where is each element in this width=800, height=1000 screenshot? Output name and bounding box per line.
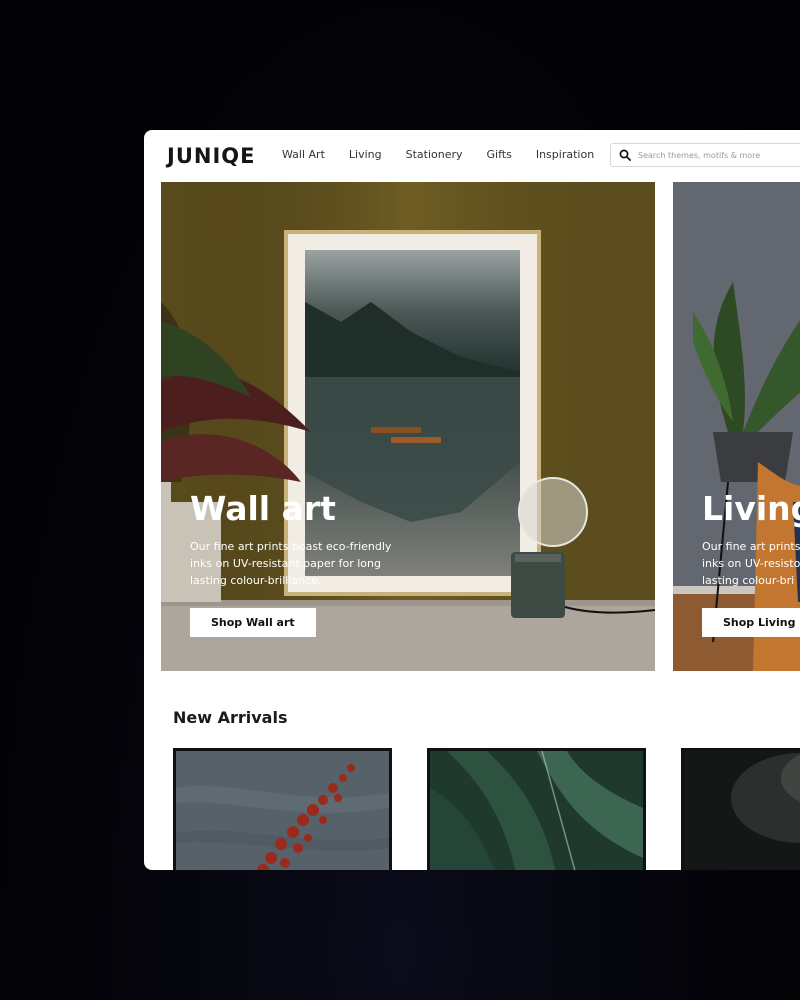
search-box[interactable] bbox=[610, 143, 800, 167]
nav-item-living[interactable]: Living bbox=[349, 148, 382, 162]
hero-description: Our fine art prints inks on UV-resisto l… bbox=[702, 538, 800, 589]
product-image-red-berries bbox=[173, 748, 392, 870]
nav-item-stationery[interactable]: Stationery bbox=[406, 148, 463, 162]
main-nav: Wall Art Living Stationery Gifts Inspira… bbox=[282, 148, 618, 162]
hero-title: Living bbox=[702, 489, 800, 528]
hero-title: Wall art bbox=[190, 489, 336, 528]
shop-living-button[interactable]: Shop Living bbox=[702, 608, 800, 637]
product-image-dark-clouds bbox=[681, 748, 800, 870]
nav-item-inspiration[interactable]: Inspiration bbox=[536, 148, 594, 162]
product-card[interactable] bbox=[681, 748, 800, 870]
hero-image-wall-art bbox=[161, 182, 655, 671]
hero-description-line: Our fine art prints boast eco-friendly bbox=[190, 540, 392, 553]
browser-window: JUNIQE Wall Art Living Stationery Gifts … bbox=[144, 130, 800, 870]
nav-item-gifts[interactable]: Gifts bbox=[487, 148, 512, 162]
brand-logo[interactable]: JUNIQE bbox=[167, 144, 255, 168]
nav-item-wall-art[interactable]: Wall Art bbox=[282, 148, 325, 162]
product-card[interactable] bbox=[173, 748, 392, 870]
hero-description-line: Our fine art prints bbox=[702, 540, 800, 553]
hero-description-line: lasting colour-bri bbox=[702, 574, 795, 587]
hero-description: Our fine art prints boast eco-friendly i… bbox=[190, 538, 410, 589]
search-icon[interactable] bbox=[619, 149, 631, 161]
product-card[interactable] bbox=[427, 748, 646, 870]
hero-image-living bbox=[673, 182, 800, 671]
hero-description-line: inks on UV-resisto bbox=[702, 557, 800, 570]
hero-description-line: inks on UV-resistant paper for long bbox=[190, 557, 381, 570]
hero-card-living[interactable]: Living Our fine art prints inks on UV-re… bbox=[673, 182, 800, 671]
product-image-green-leaves bbox=[427, 748, 646, 870]
hero-card-wall-art[interactable]: Wall art Our fine art prints boast eco-f… bbox=[161, 182, 655, 671]
new-arrivals-heading: New Arrivals bbox=[173, 708, 288, 727]
search-input[interactable] bbox=[638, 146, 798, 164]
top-navbar: JUNIQE Wall Art Living Stationery Gifts … bbox=[144, 130, 800, 182]
shop-wall-art-button[interactable]: Shop Wall art bbox=[190, 608, 316, 637]
hero-description-line: lasting colour-brilliance. bbox=[190, 574, 322, 587]
